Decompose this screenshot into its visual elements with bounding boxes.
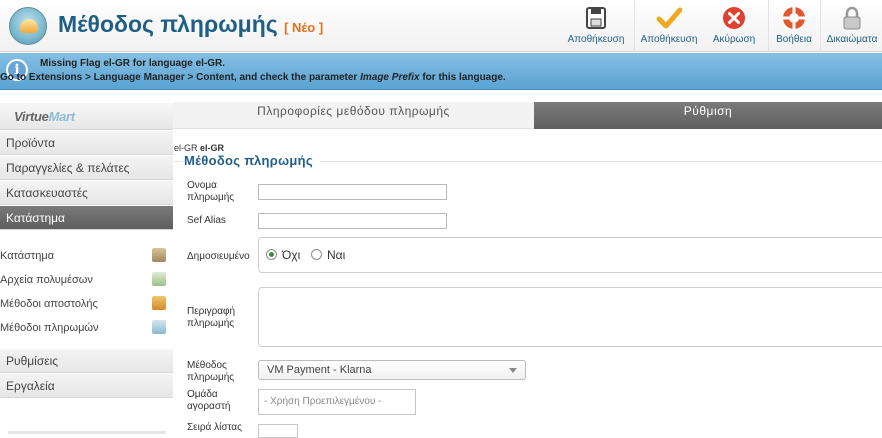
sidebar-scroll-edge (8, 431, 166, 434)
tab-payment-info[interactable]: Πληροφορίες μεθόδου πληρωμής (173, 102, 534, 129)
truck-icon (152, 296, 166, 310)
shopper-group-label: Ομάδα αγοραστή (187, 389, 231, 412)
sef-alias-input[interactable] (258, 213, 447, 229)
fieldset-legend: Μέθοδος πληρωμής (184, 153, 313, 168)
published-label: Δημοσιευμένο (187, 251, 250, 262)
sidebar-subitem-payment-methods[interactable]: Μέθοδοι πληρωμών (0, 316, 173, 340)
payment-method-label: Μέθοδος πληρωμής (187, 360, 235, 383)
tab-configuration[interactable]: Ρύθμιση (534, 102, 882, 129)
save-close-button[interactable]: Αποθήκευση (639, 3, 699, 49)
sidebar-item-shop[interactable]: Κατάστημα (0, 206, 173, 230)
list-order-label: Σειρά λίστας (187, 422, 242, 433)
sidebar-item-settings[interactable]: Ρυθμίσεις (0, 349, 173, 373)
notice-line-1: Missing Flag el-GR for language el-GR. (40, 58, 226, 69)
language-flag-text: el-GR el-GR (174, 143, 225, 153)
sidebar-item-tools[interactable]: Εργαλεία (0, 374, 173, 398)
chevron-down-icon (509, 368, 517, 373)
sidebar-item-orders-customers[interactable]: Παραγγελίες & πελάτες (0, 156, 173, 180)
shopper-group-select[interactable]: - Χρήση Προεπιλεγμένου - (258, 389, 416, 415)
cancel-icon (723, 7, 745, 29)
published-yes-radio[interactable] (311, 249, 322, 260)
sidebar-item-products[interactable]: Προϊόντα (0, 131, 173, 155)
published-no-label[interactable]: Όχι (282, 248, 300, 262)
payment-name-input[interactable] (258, 184, 447, 200)
published-yes-label[interactable]: Ναι (327, 248, 345, 262)
virtuemart-logo[interactable]: VirtueMart (0, 103, 173, 130)
payment-icon (152, 320, 166, 334)
published-no-radio[interactable] (266, 249, 277, 260)
page-title: Μέθοδος πληρωμής [ Νέο ] (58, 11, 324, 37)
payment-name-label: Ονομα πληρωμής (187, 180, 235, 203)
sidebar-subitem-shop[interactable]: Κατάστημα (0, 244, 173, 268)
list-order-input[interactable] (258, 424, 298, 438)
header-bar: Μέθοδος πληρωμής [ Νέο ] Αποθήκευση Αποθ… (0, 0, 882, 52)
description-textarea[interactable] (258, 287, 882, 347)
permissions-label: Δικαιώματα (826, 34, 878, 45)
lock-icon (843, 6, 861, 30)
new-tag: [ Νέο ] (284, 20, 324, 35)
sef-alias-label: Sef Alias (187, 215, 226, 226)
help-label: Βοήθεια (776, 34, 812, 45)
permissions-button[interactable]: Δικαιώματα (822, 3, 882, 49)
save-close-label: Αποθήκευση (640, 34, 698, 45)
sidebar-item-manufacturers[interactable]: Κατασκευαστές (0, 181, 173, 205)
payment-method-icon (9, 7, 47, 45)
published-radio-group: Όχι Ναι (258, 237, 882, 273)
cancel-label: Ακύρωση (712, 34, 756, 45)
description-label: Περιγραφή πληρωμής (187, 306, 236, 329)
help-button[interactable]: Βοήθεια (764, 3, 824, 49)
sidebar-subitem-media-files[interactable]: Αρχεία πολυμέσων (0, 268, 173, 292)
save-icon (586, 7, 606, 29)
shop-icon (152, 248, 166, 262)
save-label: Αποθήκευση (567, 34, 625, 45)
lifebuoy-help-icon (783, 7, 805, 29)
cancel-button[interactable]: Ακύρωση (704, 3, 764, 49)
payment-method-select[interactable]: VM Payment - Klarna (258, 360, 526, 380)
save-button[interactable]: Αποθήκευση (566, 3, 626, 49)
media-icon (152, 272, 166, 286)
sidebar-subitem-shipment-methods[interactable]: Μέθοδοι αποστολής (0, 292, 173, 316)
notice-line-2: Go to Extensions > Language Manager > Co… (0, 72, 506, 83)
checkmark-icon (656, 7, 682, 29)
language-notice: i Missing Flag el-GR for language el-GR.… (0, 53, 882, 90)
